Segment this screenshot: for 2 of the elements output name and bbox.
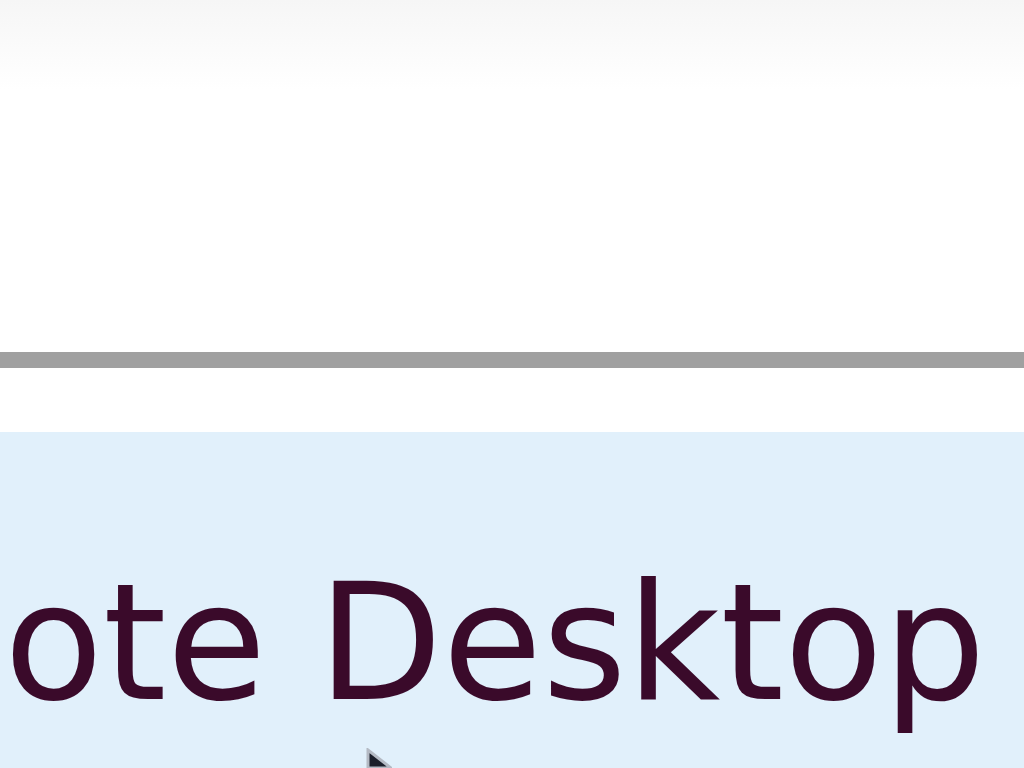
cursor-icon <box>366 748 392 768</box>
banner-title: ote Desktop <box>3 548 987 739</box>
